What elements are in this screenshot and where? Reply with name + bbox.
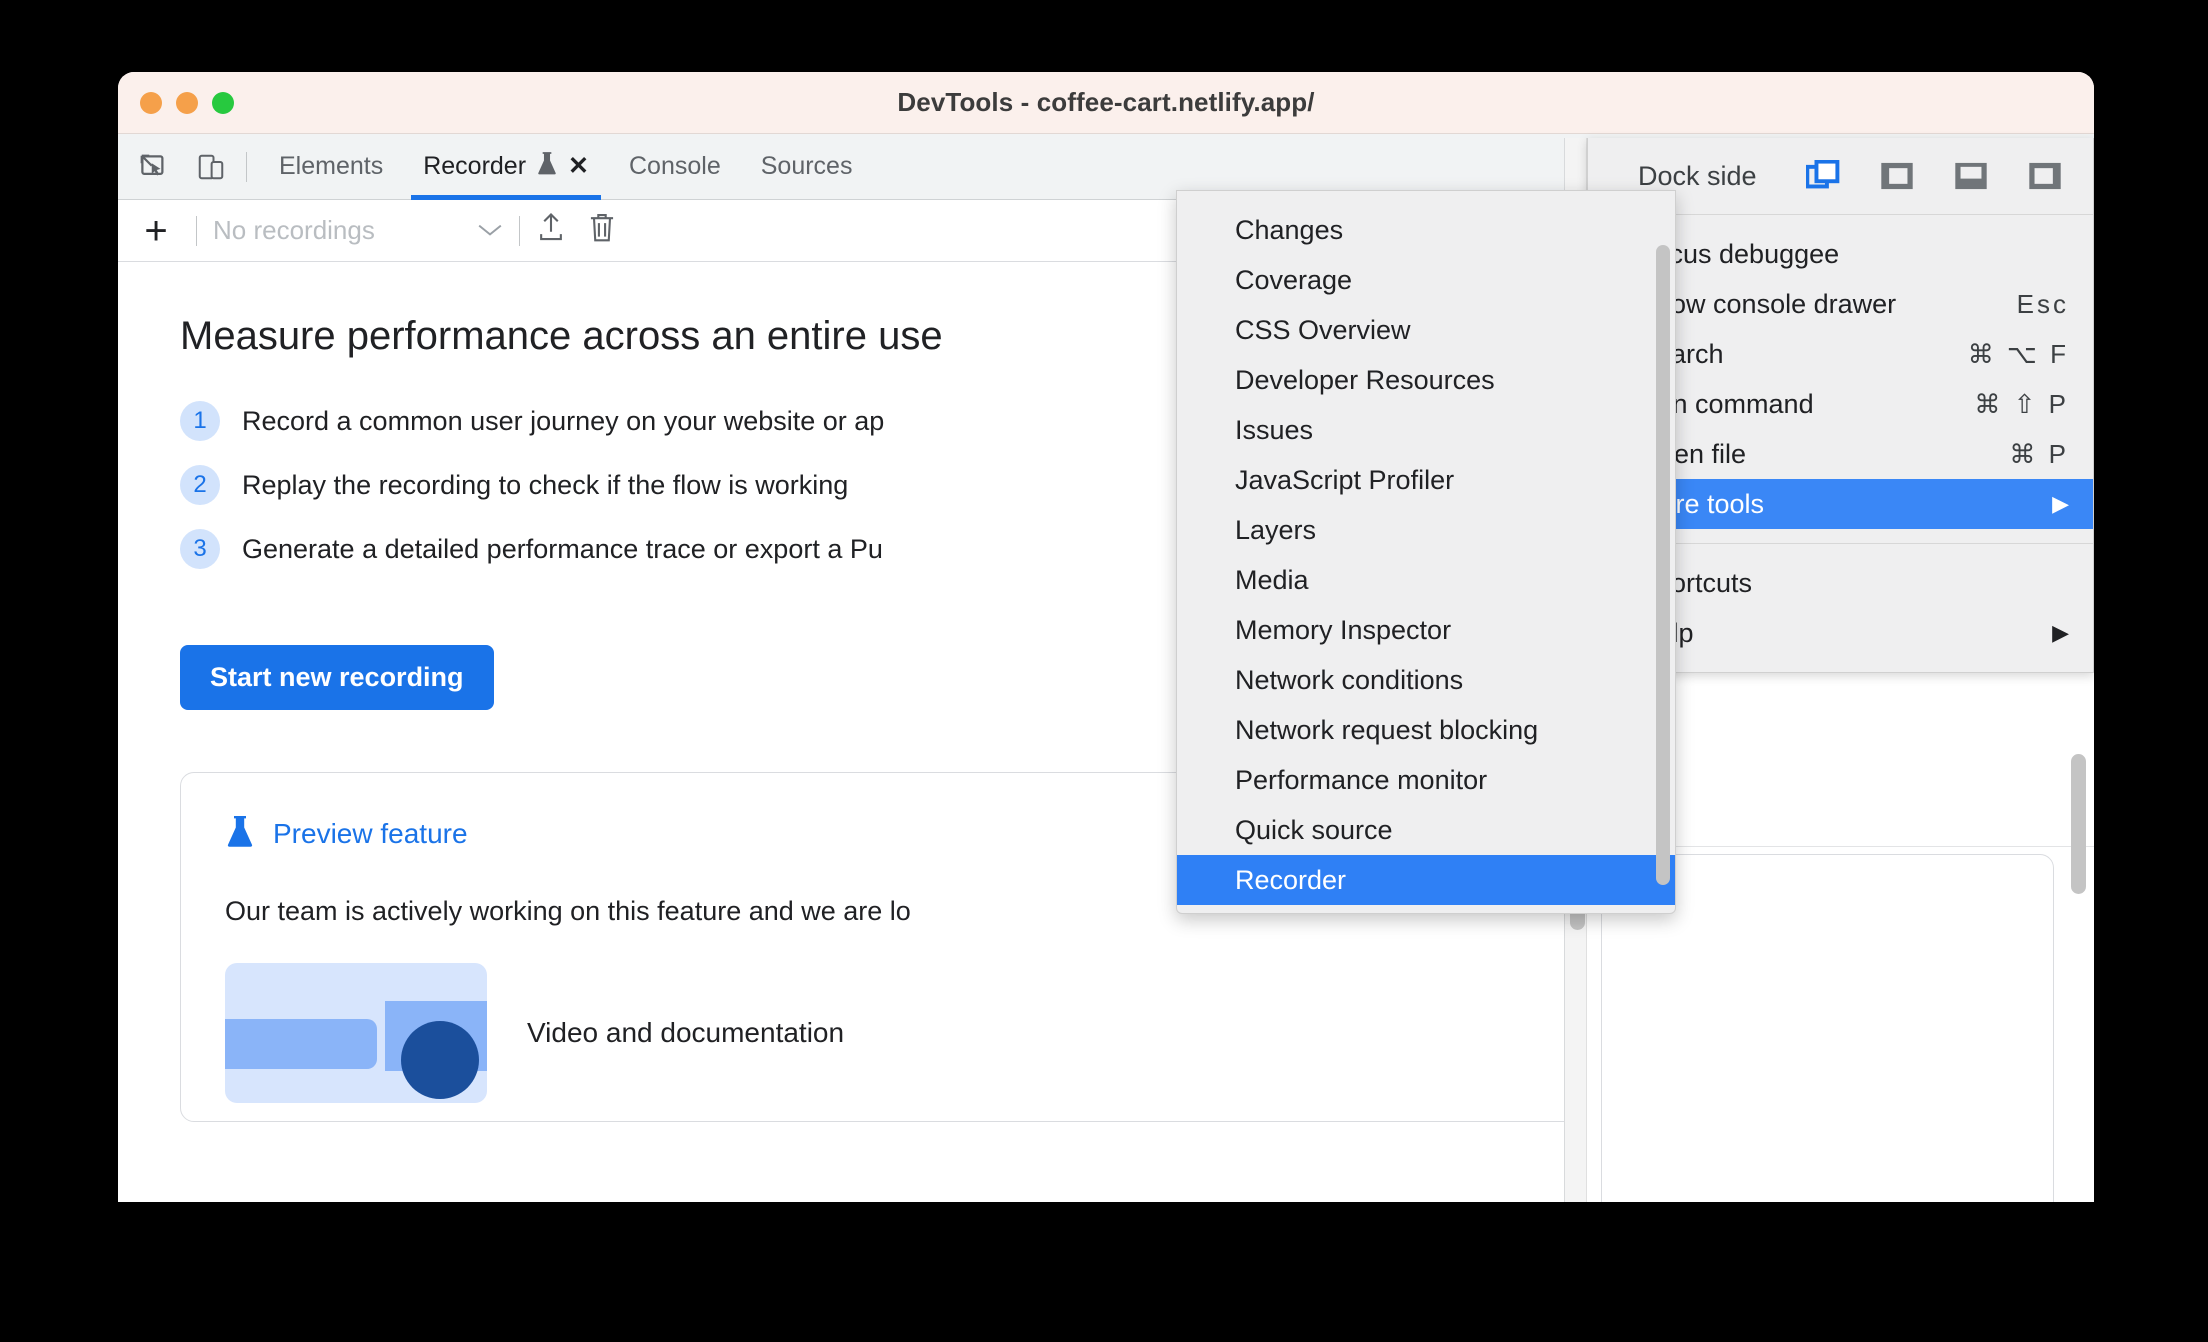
submenu-item-coverage[interactable]: Coverage xyxy=(1177,255,1675,305)
submenu-item-quick-source[interactable]: Quick source xyxy=(1177,805,1675,855)
submenu-item-label: Network conditions xyxy=(1235,664,1464,695)
undock-into-separate-window-icon[interactable] xyxy=(1801,154,1845,198)
submenu-item-rendering[interactable]: Rendering xyxy=(1177,905,1675,913)
dock-side-label: Dock side xyxy=(1638,160,1757,191)
submenu-item-label: Network request blocking xyxy=(1235,714,1539,745)
flask-icon xyxy=(225,813,255,854)
flask-icon xyxy=(536,150,558,183)
submenu-item-network-conditions[interactable]: Network conditions xyxy=(1177,655,1675,705)
submenu-item-label: Animations xyxy=(1235,191,1369,196)
upload-icon[interactable] xyxy=(536,212,566,249)
window-title: DevTools - coffee-cart.netlify.app/ xyxy=(897,87,1315,117)
add-recording-button[interactable]: + xyxy=(132,211,180,251)
submenu-item-label: Quick source xyxy=(1235,814,1393,845)
tab-recorder[interactable]: Recorder ✕ xyxy=(403,134,609,200)
step-text: Replay the recording to check if the flo… xyxy=(242,469,849,500)
tab-label: Console xyxy=(629,152,721,180)
step-number: 2 xyxy=(180,465,220,505)
submenu-item-memory-inspector[interactable]: Memory Inspector xyxy=(1177,605,1675,655)
submenu-item-performance-monitor[interactable]: Performance monitor xyxy=(1177,755,1675,805)
devtools-window: DevTools - coffee-cart.netlify.app/ Elem… xyxy=(118,72,2094,1202)
step-text: Generate a detailed performance trace or… xyxy=(242,533,883,564)
video-thumbnail[interactable] xyxy=(225,963,487,1103)
dock-to-left-icon[interactable] xyxy=(1875,154,1919,198)
toolbar-divider xyxy=(246,151,247,182)
tab-label: Recorder xyxy=(423,152,527,180)
toolbar-divider xyxy=(519,215,520,246)
submenu-item-layers[interactable]: Layers xyxy=(1177,505,1675,555)
submenu-item-label: Performance monitor xyxy=(1235,764,1488,795)
more-tools-submenu-list: Animations Changes Coverage CSS Overview… xyxy=(1177,191,1675,913)
device-toolbar-icon[interactable] xyxy=(188,144,234,190)
chevron-right-icon: ▶ xyxy=(2052,620,2069,645)
inspect-element-icon[interactable] xyxy=(130,144,176,190)
recordings-select[interactable]: No recordings xyxy=(213,215,503,246)
submenu-item-media[interactable]: Media xyxy=(1177,555,1675,605)
submenu-item-changes[interactable]: Changes xyxy=(1177,205,1675,255)
submenu-item-animations[interactable]: Animations xyxy=(1177,191,1675,205)
thumb-shape-circle xyxy=(401,1021,479,1099)
submenu-item-javascript-profiler[interactable]: JavaScript Profiler xyxy=(1177,455,1675,505)
tab-label: Elements xyxy=(279,152,384,180)
chevron-down-icon xyxy=(477,218,503,244)
dock-to-right-icon[interactable] xyxy=(2023,154,2067,198)
chevron-right-icon: ▶ xyxy=(2052,491,2069,516)
menu-item-shortcut: Esc xyxy=(2016,288,2069,319)
window-titlebar: DevTools - coffee-cart.netlify.app/ xyxy=(118,72,2094,134)
submenu-item-developer-resources[interactable]: Developer Resources xyxy=(1177,355,1675,405)
submenu-item-label: Coverage xyxy=(1235,264,1353,295)
tab-label: Sources xyxy=(760,152,853,180)
menu-item-shortcut: ⌘ ⌥ F xyxy=(1967,338,2069,369)
menu-item-shortcut: ⌘ P xyxy=(2009,438,2069,469)
recordings-select-value: No recordings xyxy=(213,215,375,245)
tab-console[interactable]: Console xyxy=(609,134,741,200)
start-new-recording-button[interactable]: Start new recording xyxy=(180,645,494,710)
step-text: Record a common user journey on your web… xyxy=(242,405,885,436)
submenu-item-label: CSS Overview xyxy=(1235,314,1411,345)
preview-feature-label: Preview feature xyxy=(273,817,468,849)
more-tools-submenu: Animations Changes Coverage CSS Overview… xyxy=(1176,190,1676,914)
submenu-item-label: JavaScript Profiler xyxy=(1235,464,1455,495)
video-documentation-label: Video and documentation xyxy=(527,1017,845,1048)
submenu-item-label: Layers xyxy=(1235,514,1317,545)
submenu-item-label: Memory Inspector xyxy=(1235,614,1452,645)
menu-item-label: Show console drawer xyxy=(1638,288,1897,319)
submenu-item-issues[interactable]: Issues xyxy=(1177,405,1675,455)
step-number: 3 xyxy=(180,529,220,569)
toolbar-divider xyxy=(196,215,197,246)
menu-item-shortcut: ⌘ ⇧ P xyxy=(1974,388,2069,419)
step-number: 1 xyxy=(180,401,220,441)
dock-to-bottom-icon[interactable] xyxy=(1949,154,1993,198)
tab-sources[interactable]: Sources xyxy=(741,134,873,200)
submenu-item-label: Developer Resources xyxy=(1235,364,1495,395)
thumb-shape-bar-left xyxy=(225,1019,377,1069)
panel-body-scrollbar-thumb[interactable] xyxy=(2071,754,2086,894)
submenu-item-label: Media xyxy=(1235,564,1309,595)
submenu-item-label: Issues xyxy=(1235,414,1314,445)
trash-icon[interactable] xyxy=(588,212,616,249)
close-icon[interactable]: ✕ xyxy=(568,154,589,179)
submenu-item-network-request-blocking[interactable]: Network request blocking xyxy=(1177,705,1675,755)
submenu-item-recorder[interactable]: Recorder xyxy=(1177,855,1675,905)
tab-elements[interactable]: Elements xyxy=(259,134,403,200)
submenu-item-label: Changes xyxy=(1235,214,1344,245)
submenu-item-label: Recorder xyxy=(1235,864,1347,895)
submenu-item-css-overview[interactable]: CSS Overview xyxy=(1177,305,1675,355)
submenu-scrollbar-thumb[interactable] xyxy=(1656,245,1670,885)
